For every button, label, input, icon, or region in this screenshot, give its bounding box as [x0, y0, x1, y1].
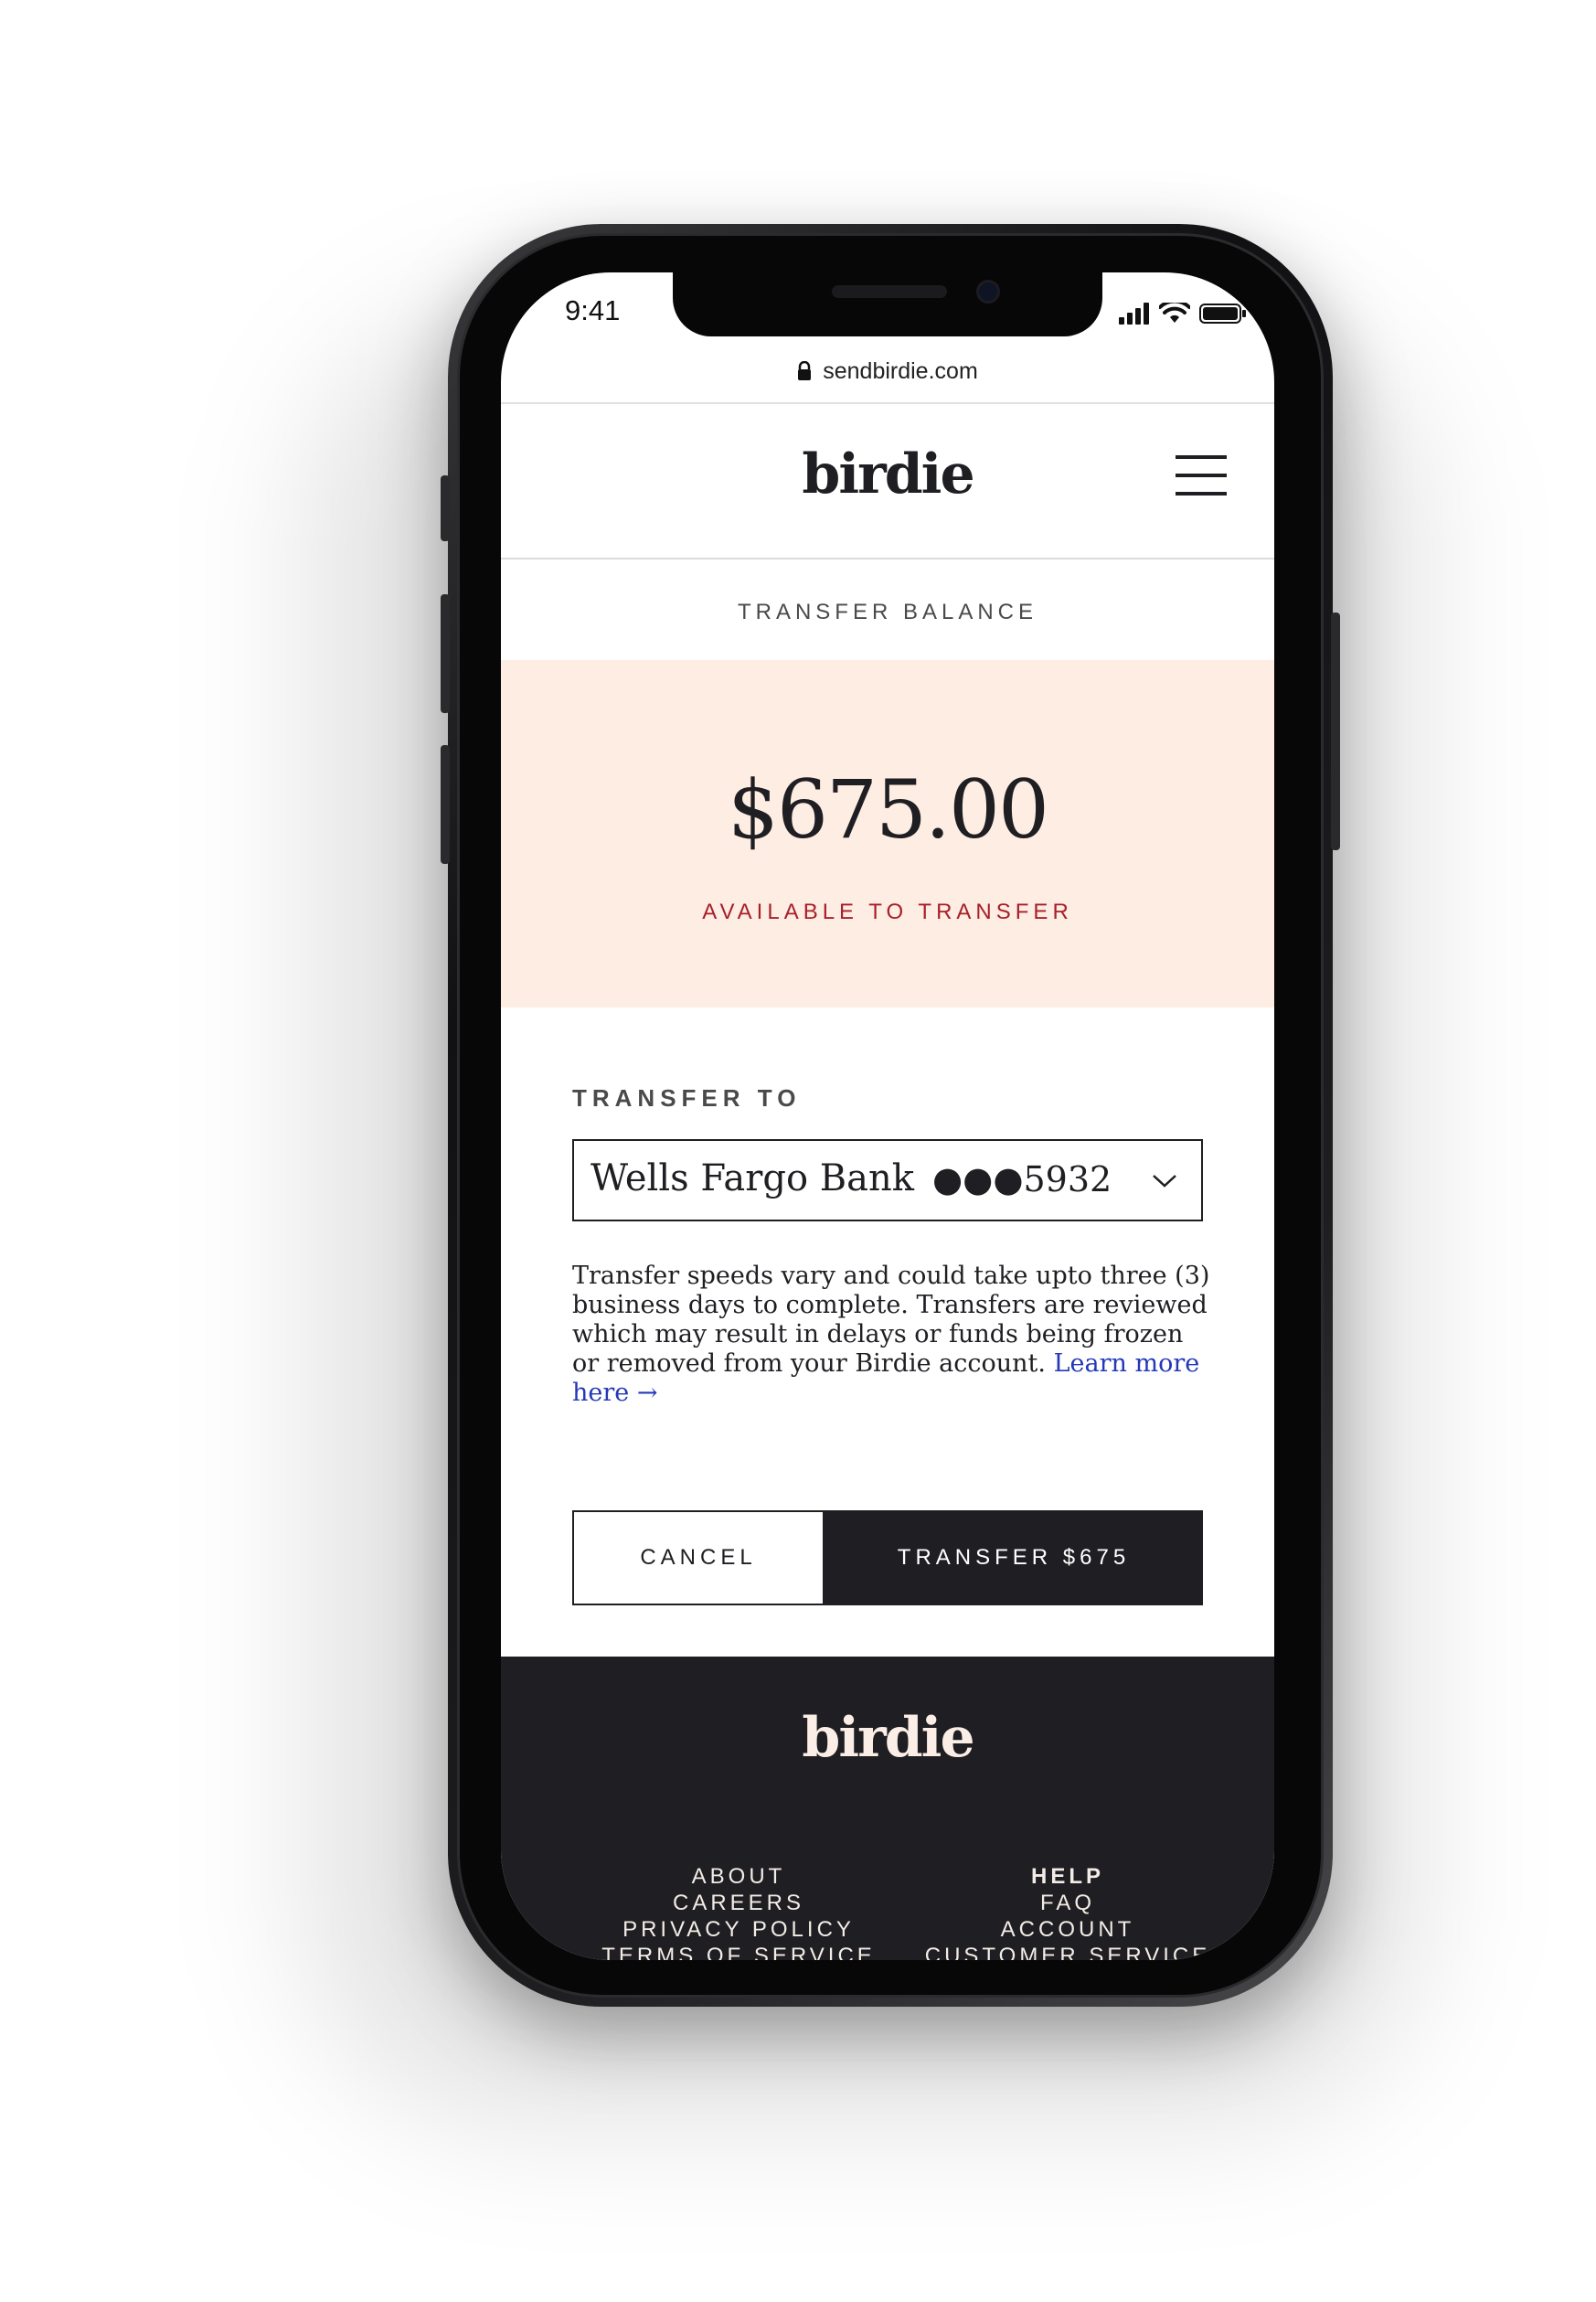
page-title: TRANSFER BALANCE: [737, 600, 1038, 624]
lock-icon: [798, 361, 812, 380]
front-camera: [976, 280, 1000, 304]
birdie-logo[interactable]: birdie: [501, 442, 1274, 506]
browser-url-bar[interactable]: sendbirdie.com: [501, 344, 1274, 399]
chevron-down-icon: [1153, 1175, 1176, 1188]
transfer-to-label: TRANSFER TO: [572, 1084, 802, 1112]
battery-icon: [1199, 304, 1246, 324]
transfer-button[interactable]: TRANSFER $675: [825, 1510, 1203, 1605]
notch: [673, 272, 1102, 336]
balance-panel: $675.00 AVAILABLE TO TRANSFER: [501, 660, 1274, 1007]
footer-link-account[interactable]: ACCOUNT: [917, 1916, 1218, 1943]
site-footer: birdie ABOUT CAREERS PRIVACY POLICY TERM…: [501, 1657, 1274, 1960]
bank-name: Wells Fargo Bank: [591, 1157, 915, 1199]
wifi-icon: [1159, 303, 1190, 323]
phone-screen: 9:41 sendbirdie.com birdie TRANSFER BALA…: [501, 272, 1274, 1960]
signal-icon: [1119, 303, 1149, 325]
footer-link-about[interactable]: ABOUT: [588, 1863, 889, 1890]
action-buttons: CANCEL TRANSFER $675: [572, 1510, 1203, 1605]
cancel-button[interactable]: CANCEL: [572, 1510, 825, 1605]
volume-down-button: [441, 745, 450, 864]
footer-logo[interactable]: birdie: [501, 1706, 1274, 1770]
footer-link-careers[interactable]: CAREERS: [588, 1890, 889, 1916]
url-text: sendbirdie.com: [823, 357, 978, 384]
footer-link-terms-of-service[interactable]: TERMS OF SERVICE: [588, 1943, 889, 1960]
status-icons: [1119, 300, 1247, 327]
balance-label: AVAILABLE TO TRANSFER: [702, 900, 1073, 924]
footer-links-company: ABOUT CAREERS PRIVACY POLICY TERMS OF SE…: [588, 1863, 889, 1960]
footer-heading-help: HELP: [1030, 1864, 1104, 1889]
account-mask: ●●●5932: [932, 1159, 1112, 1199]
status-time: 9:41: [565, 294, 621, 326]
volume-up-button: [441, 594, 450, 713]
footer-link-customer-service[interactable]: CUSTOMER SERVICE: [917, 1943, 1218, 1960]
balance-amount: $675.00: [728, 762, 1049, 857]
site-header: birdie: [501, 404, 1274, 558]
footer-link-privacy-policy[interactable]: PRIVACY POLICY: [588, 1916, 889, 1943]
speaker-grille: [832, 285, 947, 298]
stage: 9:41 sendbirdie.com birdie TRANSFER BALA…: [0, 0, 1596, 2302]
transfer-notice: Transfer speeds vary and could take upto…: [572, 1262, 1212, 1408]
header-divider: [501, 558, 1274, 560]
power-button: [1331, 613, 1340, 850]
bank-account-select[interactable]: Wells Fargo Bank ●●●5932: [572, 1139, 1203, 1221]
menu-icon[interactable]: [1176, 455, 1227, 496]
footer-links-help: HELP FAQ ACCOUNT CUSTOMER SERVICE: [917, 1863, 1218, 1960]
mute-switch: [441, 475, 450, 541]
footer-link-faq[interactable]: FAQ: [917, 1890, 1218, 1916]
